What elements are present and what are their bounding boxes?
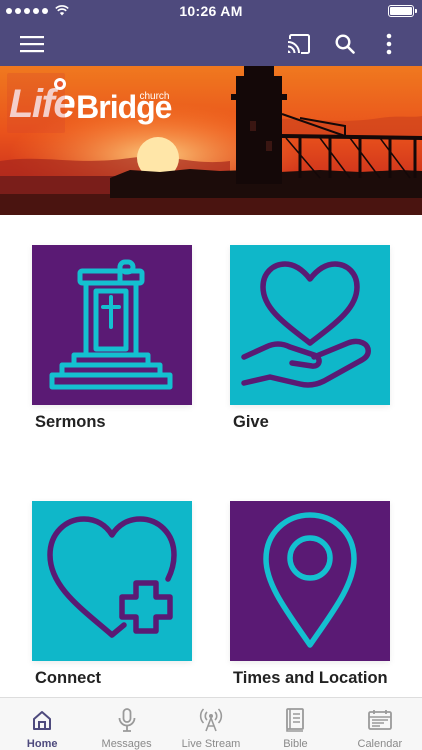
tile-times-and-location-label: Times and Location	[233, 669, 388, 687]
tile-sermons-label: Sermons	[35, 413, 106, 431]
broadcast-icon	[198, 707, 224, 733]
calendar-icon	[367, 707, 392, 733]
tab-bible-label: Bible	[283, 738, 308, 750]
tab-home-label: Home	[26, 738, 58, 750]
lifebridge-logo: Life Bridge church	[7, 73, 172, 135]
map-pin-icon	[263, 512, 357, 648]
status-bar: 10:26 AM	[0, 0, 422, 22]
battery-icon	[388, 5, 417, 17]
logo-church-text: church	[139, 91, 170, 102]
tile-connect[interactable]: Connect	[32, 501, 192, 687]
tile-give-image	[230, 245, 390, 405]
heart-plus-icon	[47, 516, 177, 638]
tab-live-stream-label: Live Stream	[181, 738, 241, 750]
home-icon	[31, 707, 53, 733]
menu-button[interactable]	[16, 28, 48, 60]
search-button[interactable]	[329, 28, 361, 60]
bottom-tab-bar: Home Messages Live Stream Bible Calendar	[0, 697, 422, 750]
status-time: 10:26 AM	[179, 3, 243, 19]
tab-bible[interactable]: Bible	[253, 698, 337, 750]
tile-connect-image	[32, 501, 192, 661]
tab-messages-label: Messages	[101, 738, 152, 750]
microphone-icon	[117, 707, 137, 733]
cast-icon	[287, 34, 310, 54]
cast-button[interactable]	[283, 28, 315, 60]
tile-times-and-location-image	[230, 501, 390, 661]
tab-home[interactable]: Home	[0, 698, 84, 750]
pulpit-icon	[49, 259, 173, 390]
tile-give[interactable]: Give	[230, 245, 390, 431]
more-options-button[interactable]	[373, 28, 405, 60]
tab-calendar[interactable]: Calendar	[338, 698, 422, 750]
feature-grid: Sermons Give Connect Times and Location	[0, 215, 422, 697]
book-icon	[285, 707, 305, 733]
tile-sermons-image	[32, 245, 192, 405]
hero-banner: Life Bridge church	[0, 66, 422, 215]
app-bar	[0, 22, 422, 66]
logo-bridge-text: Bridge	[76, 89, 172, 125]
search-icon	[335, 34, 355, 54]
tab-live-stream[interactable]: Live Stream	[169, 698, 253, 750]
tab-calendar-label: Calendar	[357, 738, 403, 750]
tile-connect-label: Connect	[35, 669, 101, 687]
heart-in-hand-icon	[241, 261, 371, 388]
hamburger-menu-icon	[20, 36, 44, 53]
tile-sermons[interactable]: Sermons	[32, 245, 192, 431]
more-vertical-icon	[386, 33, 392, 55]
logo-mark-icon	[54, 78, 66, 90]
tile-times-and-location[interactable]: Times and Location	[230, 501, 390, 687]
tile-give-label: Give	[233, 413, 269, 431]
tab-messages[interactable]: Messages	[84, 698, 168, 750]
